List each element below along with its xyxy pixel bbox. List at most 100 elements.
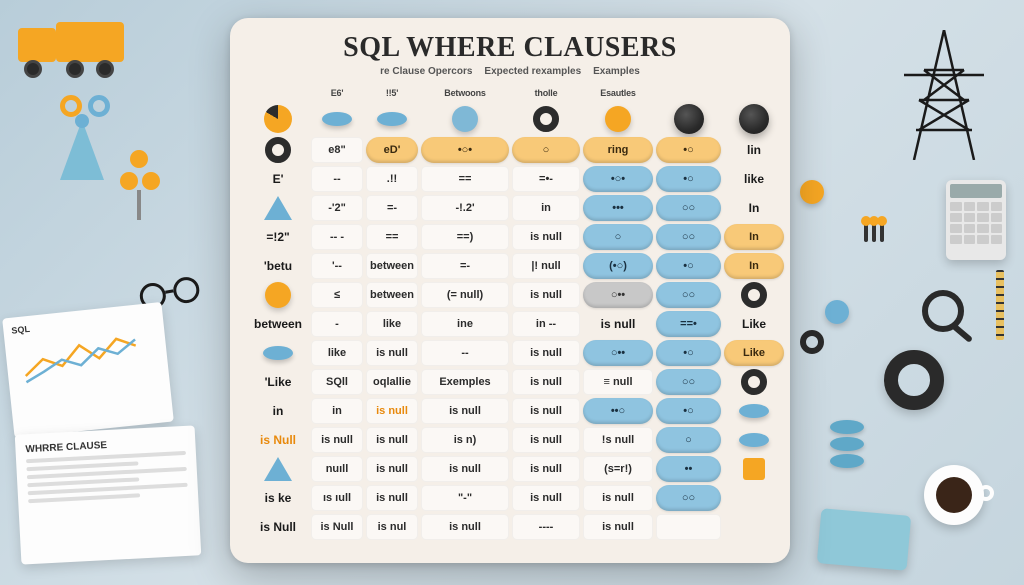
grid-cell: 'betu <box>248 253 308 279</box>
grid-cell: is null <box>512 224 580 250</box>
grid-cell: •○ <box>656 253 721 279</box>
grid-cell <box>724 369 784 395</box>
ring-prop <box>884 350 944 410</box>
grid-cell: is null <box>512 340 580 366</box>
grid-cell: ○•• <box>583 282 653 308</box>
grid-cell: is nul <box>366 514 418 540</box>
grid-cell: ••• <box>583 195 653 221</box>
grid-cell: between <box>366 282 418 308</box>
grid-cell: is null <box>366 456 418 482</box>
grid-cell <box>656 514 721 540</box>
subhead-1: re Clause Opercors <box>380 66 472 77</box>
grid-cell: is null <box>366 340 418 366</box>
grid-cell: eD' <box>366 137 418 163</box>
grid-cell: lin <box>724 137 784 163</box>
grid-cell: is null <box>421 398 509 424</box>
grid-cell: •○ <box>656 340 721 366</box>
chip-icon <box>800 180 824 204</box>
grid-cell: =!2" <box>248 224 308 250</box>
grid-cell: 'Like <box>248 369 308 395</box>
subhead-2: Expected rexamples <box>484 66 581 77</box>
grid-cell: is null <box>583 514 653 540</box>
subhead-3: Examples <box>593 66 640 77</box>
chip-icon <box>825 300 849 324</box>
grid-cell: - <box>311 311 363 337</box>
grid-cell: !s null <box>583 427 653 453</box>
pins-prop <box>864 220 884 242</box>
grid-cell: is Null <box>311 514 363 540</box>
grid-cell: (•○) <box>583 253 653 279</box>
grid-cell: in -- <box>512 311 580 337</box>
grid-cell: •○• <box>583 166 653 192</box>
grid-cell: '-- <box>311 253 363 279</box>
grid-cell: e8" <box>311 137 363 163</box>
chip-icon <box>800 330 824 354</box>
grid-cell <box>724 427 784 453</box>
grid-cell: is n) <box>421 427 509 453</box>
card-subheading: re Clause Opercors Expected rexamples Ex… <box>248 66 772 77</box>
grid-cell: ---- <box>512 514 580 540</box>
grid-cell: In <box>724 253 784 279</box>
grid-cell: like <box>311 340 363 366</box>
grid-cell: In <box>724 195 784 221</box>
grid-cell: ≤ <box>311 282 363 308</box>
grid-cell <box>366 104 418 134</box>
grid-cell: =•- <box>512 166 580 192</box>
grid-cell <box>248 456 308 482</box>
grid-cell: is null <box>366 398 418 424</box>
grid-cell: •○• <box>421 137 509 163</box>
grid-cell: is null <box>366 485 418 511</box>
grid-cell <box>724 456 784 482</box>
grid-cell: •○ <box>656 398 721 424</box>
coffee-prop <box>924 465 984 525</box>
grid-cell: ine <box>421 311 509 337</box>
grid-cell: ==• <box>656 311 721 337</box>
grid-cell: is null <box>421 514 509 540</box>
grid-cell: == <box>421 166 509 192</box>
calculator-prop <box>946 180 1006 260</box>
grid-cell <box>421 104 509 134</box>
grid-cell: is ke <box>248 485 308 511</box>
grid-cell: ○ <box>512 137 580 163</box>
grid-cell: -- <box>421 340 509 366</box>
grid-cell: =- <box>421 253 509 279</box>
reference-grid: E6'!!5'BetwoonstholleEsautlese8"eD'•○•○r… <box>248 85 772 540</box>
grid-cell <box>724 282 784 308</box>
grid-cell: in <box>248 398 308 424</box>
grid-cell: In <box>724 224 784 250</box>
grid-cell: -'2" <box>311 195 363 221</box>
magnifier-prop <box>922 290 964 332</box>
truck-prop <box>18 18 128 78</box>
grid-cell: is Null <box>248 427 308 453</box>
col-header: tholle <box>512 85 580 101</box>
grid-cell: is null <box>421 456 509 482</box>
grid-cell: ○○ <box>656 195 721 221</box>
tower-prop <box>894 30 994 160</box>
grid-cell <box>724 104 784 134</box>
grid-cell <box>724 485 784 511</box>
grid-cell: is null <box>512 485 580 511</box>
grid-cell <box>248 195 308 221</box>
grid-cell: is null <box>512 456 580 482</box>
grid-cell: |! null <box>512 253 580 279</box>
col-header: Esautles <box>583 85 653 101</box>
grid-cell: ==) <box>421 224 509 250</box>
grid-cell: between <box>248 311 308 337</box>
grid-cell: ıs ıull <box>311 485 363 511</box>
grid-cell: in <box>311 398 363 424</box>
grid-cell <box>248 340 308 366</box>
chart-paper: SQL <box>2 302 174 438</box>
grid-cell: like <box>724 166 784 192</box>
grid-cell: is null <box>512 282 580 308</box>
grid-cell: ○○ <box>656 282 721 308</box>
ruler-prop <box>996 270 1004 340</box>
grid-cell <box>724 514 784 540</box>
grid-cell <box>656 104 721 134</box>
grid-cell: ○○ <box>656 485 721 511</box>
card-title: SQL WHERE CLAUSERS <box>248 32 772 64</box>
grid-cell <box>311 104 363 134</box>
grid-cell: ○○ <box>656 224 721 250</box>
grid-cell: E' <box>248 166 308 192</box>
reference-card: SQL WHERE CLAUSERS re Clause Opercors Ex… <box>230 18 790 563</box>
grid-cell: -- <box>311 166 363 192</box>
